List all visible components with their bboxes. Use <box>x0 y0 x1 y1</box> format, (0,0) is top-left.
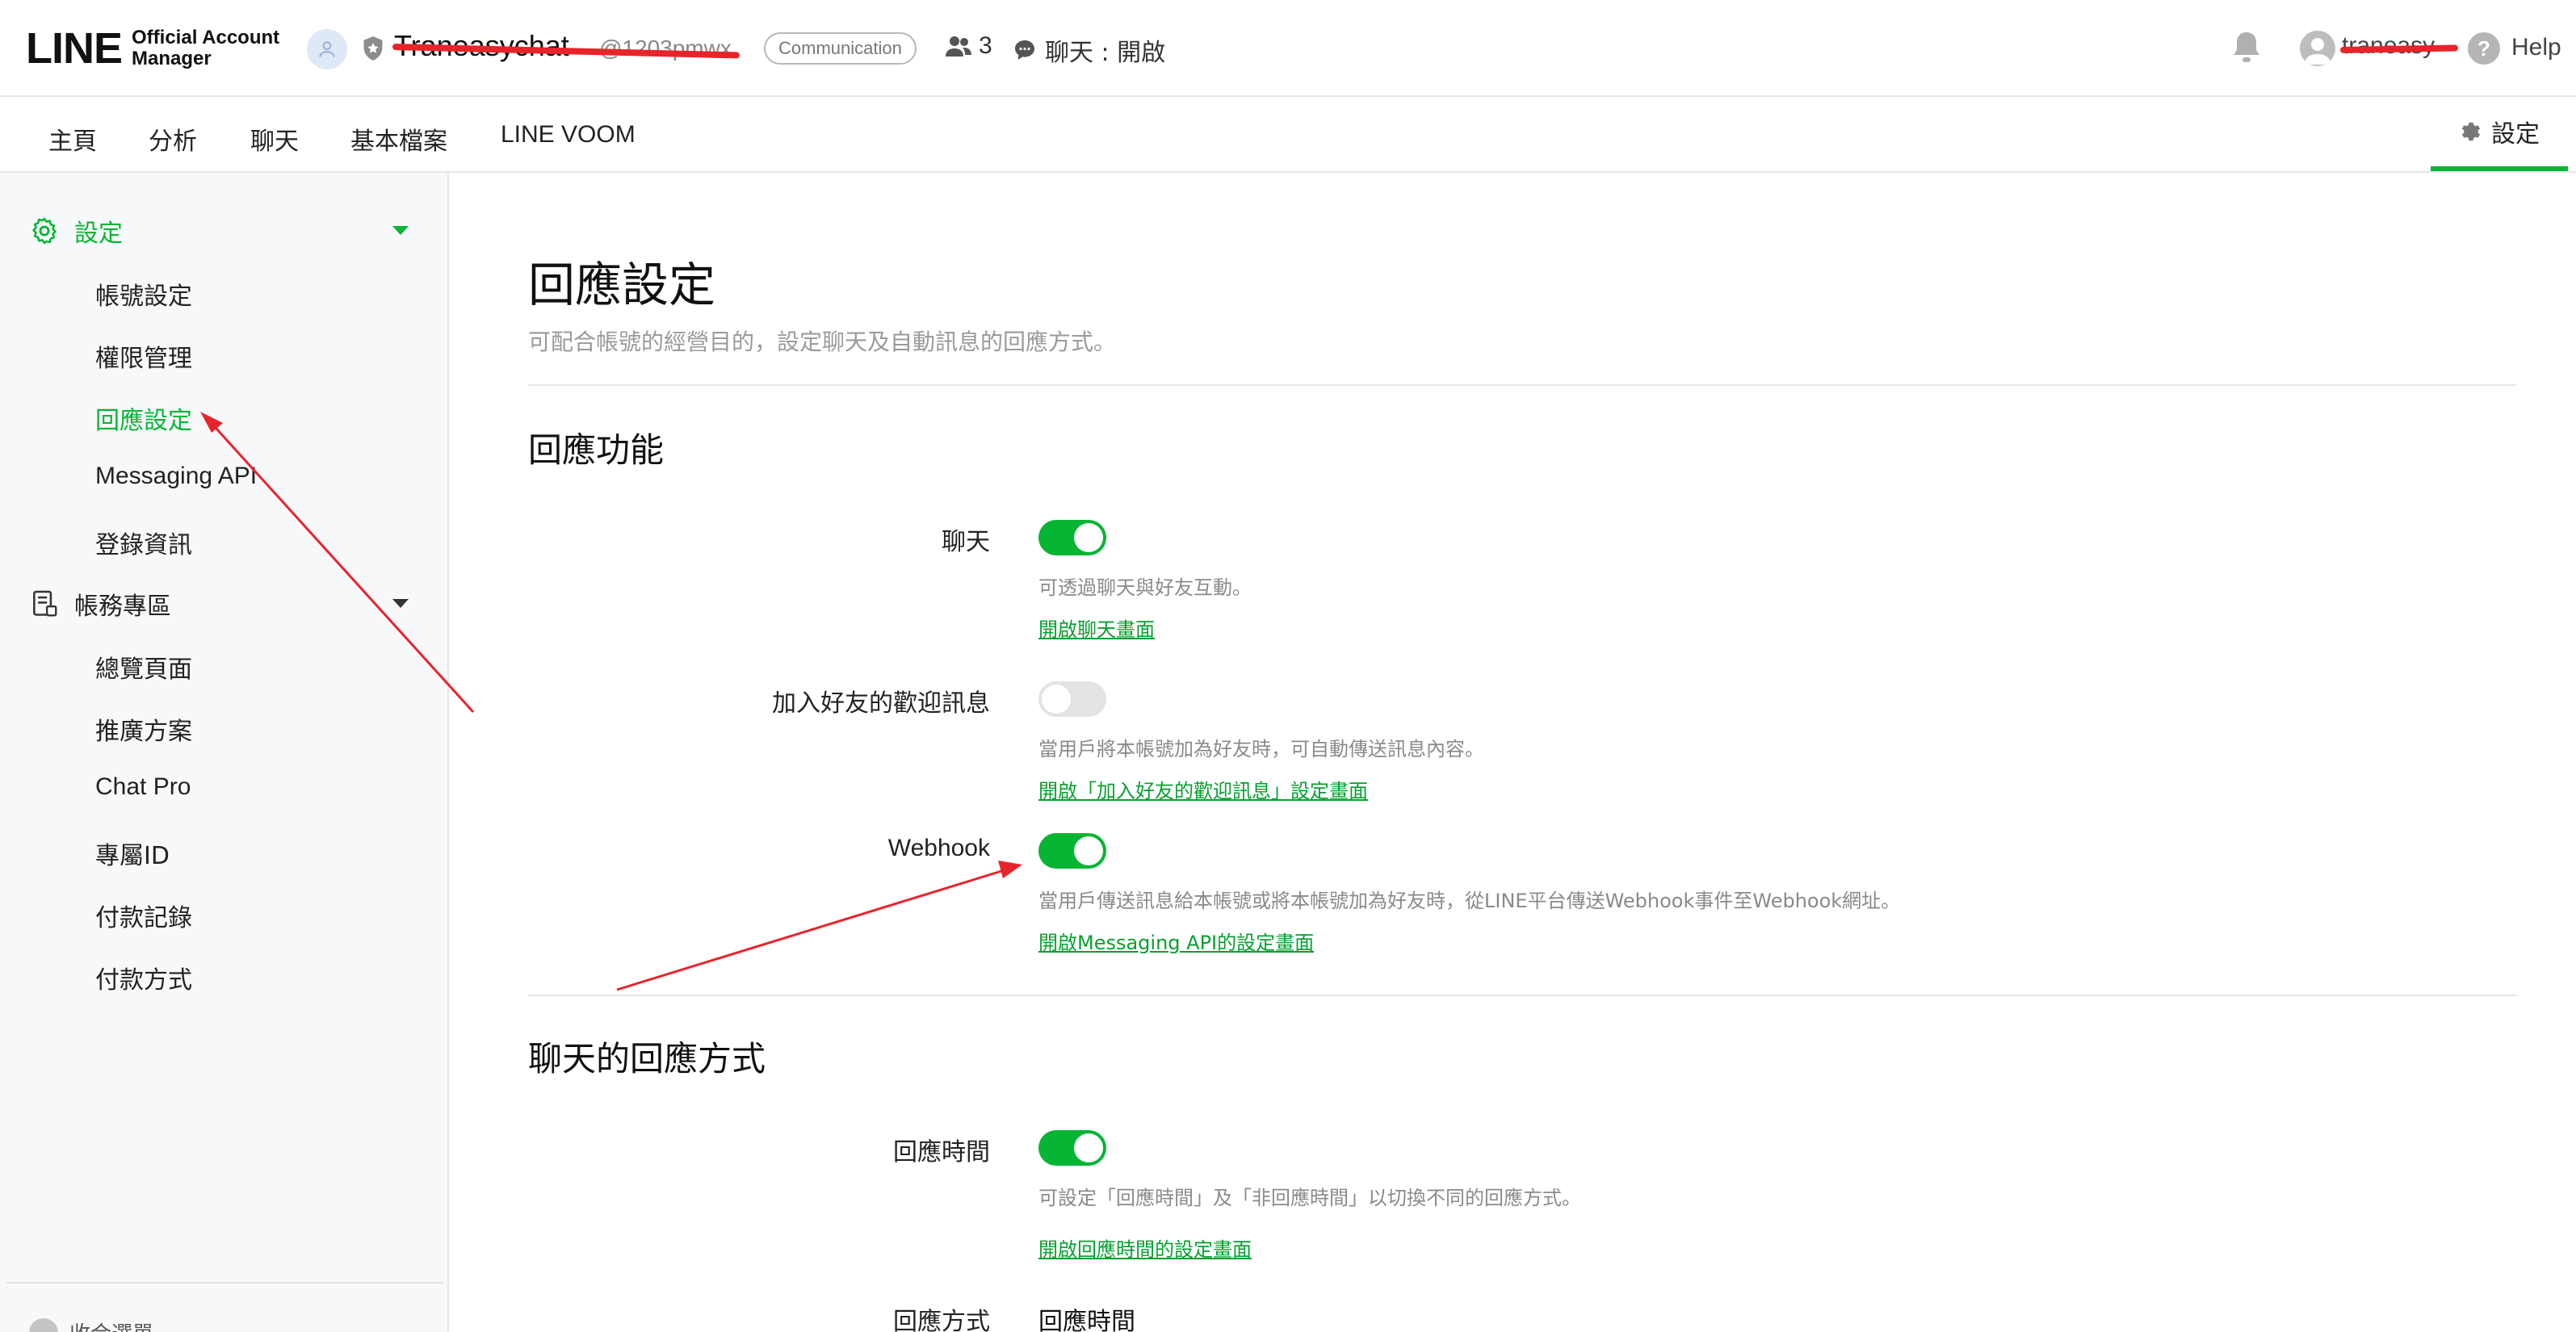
collapse-menu-button[interactable]: 收合選單 <box>29 1317 153 1332</box>
open-messaging-api-link[interactable]: 開啟Messaging API的設定畫面 <box>1038 927 1314 955</box>
page-title: 回應設定 <box>528 258 716 312</box>
chat-toggle[interactable] <box>1038 520 1106 555</box>
sidebar-section-billing-label: 帳務專區 <box>74 593 171 621</box>
webhook-description: 當用戶傳送訊息給本帳號或將本帳號加為好友時，從LINE平台傳送Webhook事件… <box>1038 890 1901 912</box>
sidebar-item-permissions[interactable]: 權限管理 <box>95 338 192 374</box>
shield-icon <box>362 36 384 65</box>
sidebar-item-account-settings[interactable]: 帳號設定 <box>95 276 192 312</box>
sidebar-item-payment-methods[interactable]: 付款方式 <box>95 960 192 995</box>
document-icon <box>33 590 57 617</box>
section-title-response-features: 回應功能 <box>528 430 665 470</box>
page-description: 可配合帳號的經營目的，設定聊天及自動訊息的回應方式。 <box>528 329 1117 355</box>
redaction-mark-user <box>2339 44 2459 53</box>
response-method-value: 回應時間 <box>1038 1308 1135 1332</box>
friend-count-value: 3 <box>979 32 992 59</box>
response-hours-toggle[interactable] <box>1038 1130 1106 1166</box>
tab-analytics[interactable]: 分析 <box>149 121 197 157</box>
response-hours-description: 可設定「回應時間」及「非回應時間」以切換不同的回應方式。 <box>1038 1187 1581 1209</box>
top-bar: LINE Official Account Manager Traneasych… <box>0 0 2576 97</box>
logo-sub-line1: Official Account <box>132 27 280 48</box>
sidebar-item-plans[interactable]: 推廣方案 <box>95 711 192 747</box>
section-title-chat-response-method: 聊天的回應方式 <box>528 1039 766 1079</box>
welcome-message-label: 加入好友的歡迎訊息 <box>772 689 990 718</box>
person-icon <box>2305 38 2331 65</box>
tab-settings-label: 設定 <box>2491 120 2540 149</box>
help-link[interactable]: Help <box>2511 34 2561 61</box>
toggle-knob <box>1042 685 1071 714</box>
friends-icon <box>946 36 971 57</box>
sidebar-item-chat-pro[interactable]: Chat Pro <box>95 773 191 801</box>
logo-sub-text: Official Account Manager <box>132 27 279 69</box>
response-method-label: 回應方式 <box>893 1308 990 1332</box>
tab-line-voom[interactable]: LINE VOOM <box>501 121 636 149</box>
chat-status[interactable]: 聊天 : 開啟 <box>1013 32 1165 68</box>
sidebar-section-settings-label: 設定 <box>74 220 123 248</box>
tab-home[interactable]: 主頁 <box>48 121 97 157</box>
gear-icon <box>32 217 57 245</box>
logo-main-text: LINE <box>26 24 123 73</box>
sidebar-item-payment-history[interactable]: 付款記錄 <box>95 898 192 933</box>
response-hours-label: 回應時間 <box>893 1138 990 1167</box>
tab-settings[interactable]: 設定 <box>2431 97 2568 171</box>
sidebar-item-response-settings[interactable]: 回應設定 <box>95 400 192 436</box>
account-avatar[interactable] <box>307 29 347 69</box>
chat-status-text: 聊天 : 開啟 <box>1045 39 1166 67</box>
sidebar-item-overview[interactable]: 總覽頁面 <box>95 649 192 685</box>
sidebar-section-billing[interactable]: 帳務專區 <box>29 586 171 622</box>
webhook-toggle[interactable] <box>1038 833 1106 869</box>
gear-icon <box>2461 122 2481 141</box>
sidebar-item-premium-id[interactable]: 專屬ID <box>95 836 170 871</box>
chevron-down-icon[interactable] <box>392 226 409 235</box>
main-nav: 主頁 分析 聊天 基本檔案 LINE VOOM 設定 <box>0 97 2576 173</box>
person-icon <box>319 41 335 57</box>
welcome-message-description: 當用戶將本帳號加為好友時，可自動傳送訊息內容。 <box>1038 738 1484 760</box>
collapse-icon <box>29 1317 58 1332</box>
collapse-menu-label: 收合選單 <box>69 1317 153 1332</box>
divider <box>528 995 2516 996</box>
chat-label: 聊天 <box>942 528 990 556</box>
tab-chat[interactable]: 聊天 <box>250 121 299 157</box>
sidebar: 設定 帳號設定 權限管理 回應設定 Messaging API 登錄資訊 帳務專… <box>0 173 449 1332</box>
welcome-message-toggle[interactable] <box>1038 681 1106 717</box>
chat-bubble-icon <box>1015 40 1034 60</box>
chat-description: 可透過聊天與好友互動。 <box>1038 576 1252 599</box>
logo-sub-line2: Manager <box>132 48 212 69</box>
main-content: 回應設定 可配合帳號的經營目的，設定聊天及自動訊息的回應方式。 回應功能 聊天 … <box>449 173 2576 1332</box>
bell-icon[interactable] <box>2230 29 2263 68</box>
friend-count[interactable]: 3 <box>945 32 992 60</box>
sidebar-item-registration-info[interactable]: 登錄資訊 <box>95 525 192 560</box>
user-avatar[interactable] <box>2300 31 2335 66</box>
toggle-knob <box>1074 836 1103 865</box>
toggle-knob <box>1074 1133 1103 1162</box>
category-badge: Communication <box>764 32 917 65</box>
line-oa-logo[interactable]: LINE Official Account Manager <box>26 23 279 74</box>
open-welcome-settings-link[interactable]: 開啟「加入好友的歡迎訊息」設定畫面 <box>1038 775 1368 803</box>
open-chat-link[interactable]: 開啟聊天畫面 <box>1038 614 1155 642</box>
help-icon[interactable]: ? <box>2468 32 2500 65</box>
toggle-knob <box>1074 523 1103 552</box>
sidebar-item-messaging-api[interactable]: Messaging API <box>95 463 257 490</box>
webhook-label: Webhook <box>887 835 990 861</box>
open-response-hours-link[interactable]: 開啟回應時間的設定畫面 <box>1038 1234 1252 1262</box>
sidebar-section-settings[interactable]: 設定 <box>29 213 123 249</box>
divider <box>528 384 2516 386</box>
sidebar-divider <box>6 1282 443 1284</box>
tab-profile[interactable]: 基本檔案 <box>350 121 447 157</box>
chevron-down-icon[interactable] <box>392 599 409 608</box>
